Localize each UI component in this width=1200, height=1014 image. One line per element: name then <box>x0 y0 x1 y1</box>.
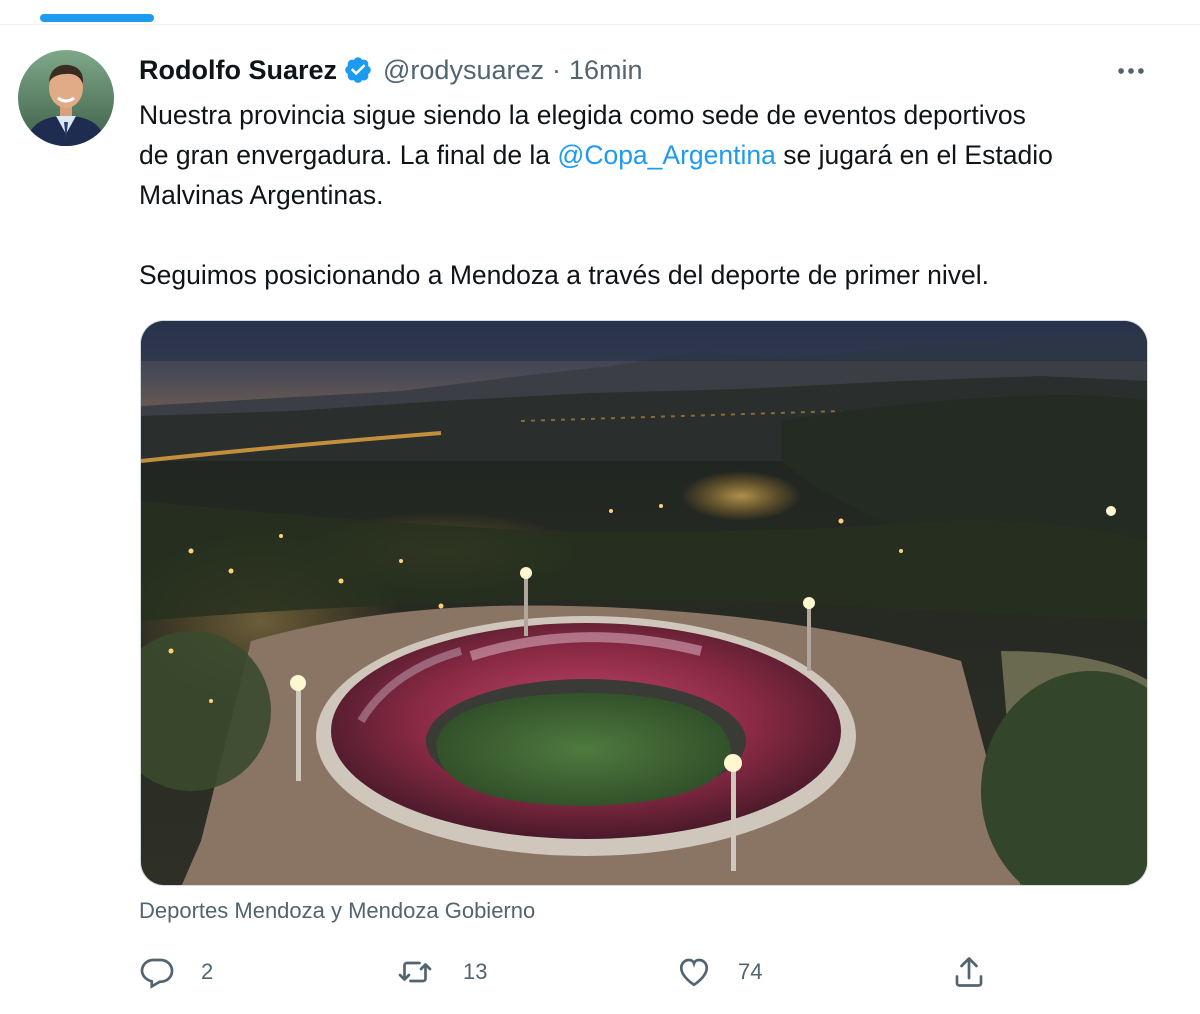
handle[interactable]: @rodysuarez <box>383 55 544 86</box>
tweet-text-segment: de gran envergadura. La final de la <box>139 140 558 170</box>
like-button[interactable]: 74 <box>676 950 762 994</box>
reply-button[interactable]: 2 <box>139 950 213 994</box>
reply-count: 2 <box>201 959 214 984</box>
retweet-icon <box>398 961 432 983</box>
share-button[interactable] <box>951 950 987 994</box>
timestamp[interactable]: 16min <box>569 55 643 86</box>
tweet-text-line: de gran envergadura. La final de la @Cop… <box>139 135 1169 175</box>
tweet-text-line: Malvinas Argentinas. <box>139 180 384 210</box>
tab-indicator <box>40 14 154 22</box>
tweet-text: Nuestra provincia sigue siendo la elegid… <box>139 95 1169 295</box>
verified-badge-icon <box>345 57 371 83</box>
more-icon[interactable] <box>1114 54 1148 95</box>
tweet-text-line: Nuestra provincia sigue siendo la elegid… <box>139 100 1026 130</box>
photo-credit[interactable]: Deportes Mendoza y Mendoza Gobierno <box>139 898 535 924</box>
separator: · <box>552 54 561 85</box>
tweet-actions: 2 13 74 <box>139 950 1039 994</box>
reply-icon <box>140 958 174 989</box>
retweet-count: 13 <box>463 959 488 984</box>
tweet-photo[interactable] <box>140 320 1148 886</box>
share-icon <box>955 957 983 987</box>
tweet-text-paragraph: Seguimos posicionando a Mendoza a través… <box>139 260 989 290</box>
like-count: 74 <box>738 959 763 984</box>
display-name[interactable]: Rodolfo Suarez <box>139 55 337 86</box>
tweet-header: Rodolfo Suarez @rodysuarez · 16min <box>139 52 643 88</box>
divider <box>0 24 1200 25</box>
heart-icon <box>679 958 709 987</box>
tweet-text-segment: se jugará en el Estadio <box>775 140 1053 170</box>
avatar[interactable] <box>18 50 114 146</box>
retweet-button[interactable]: 13 <box>397 950 487 994</box>
mention-link[interactable]: @Copa_Argentina <box>557 140 775 170</box>
